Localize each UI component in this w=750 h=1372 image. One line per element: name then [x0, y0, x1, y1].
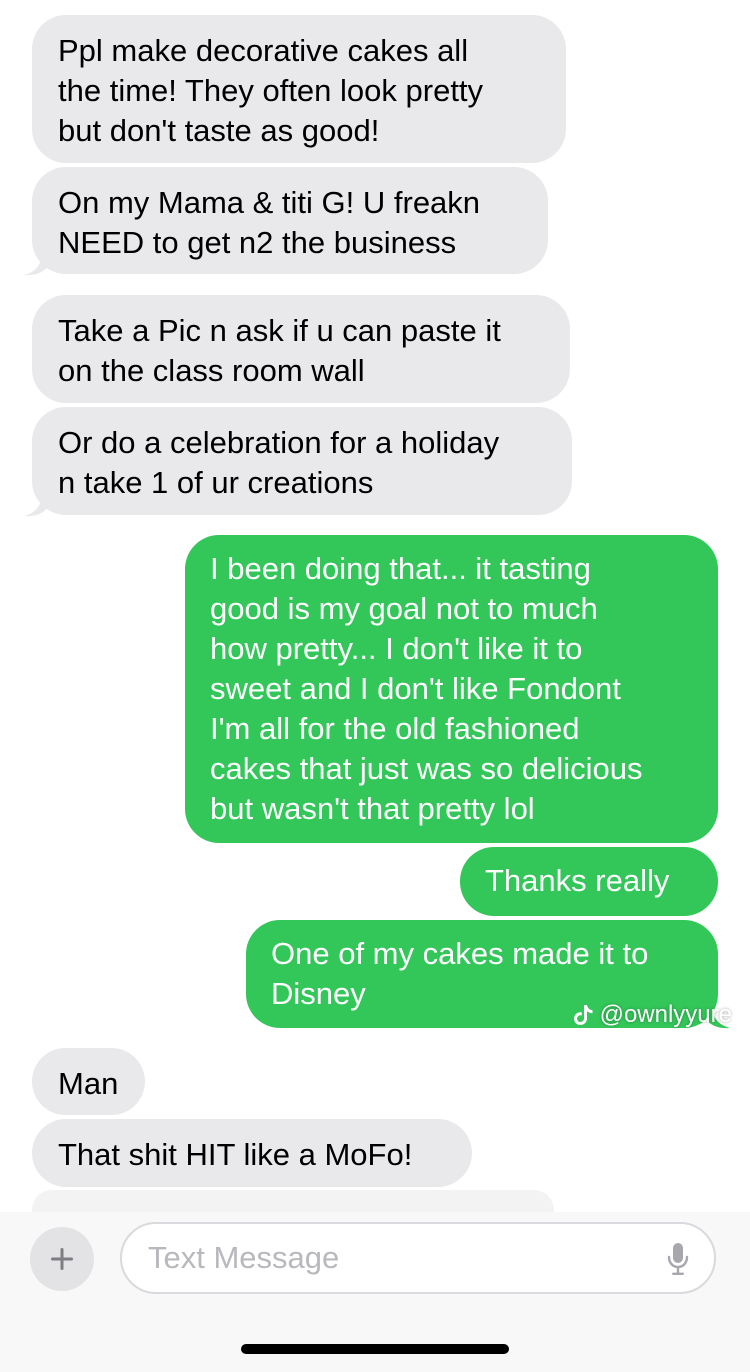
message-bubble-incoming[interactable]: Take a Pic n ask if u can paste it on th… [32, 295, 570, 403]
message-bubble-incoming[interactable]: That shit HIT like a MoFo! [32, 1119, 472, 1187]
message-bubble-outgoing[interactable]: Thanks really [460, 847, 718, 916]
message-bubble-incoming[interactable]: Man [32, 1048, 145, 1115]
message-input-placeholder: Text Message [148, 1240, 340, 1275]
bubble-tail [24, 252, 48, 276]
watermark-handle: @ownlyyure [599, 1001, 732, 1028]
message-bubble-incoming[interactable]: Ppl make decorative cakes all the time! … [32, 15, 566, 163]
microphone-icon[interactable] [666, 1242, 690, 1276]
message-input[interactable]: Text Message [120, 1222, 716, 1294]
home-indicator [241, 1344, 509, 1354]
bubble-tail [24, 493, 48, 517]
add-attachment-button[interactable] [30, 1227, 94, 1291]
message-bubble-incoming[interactable]: Or do a celebration for a holiday n take… [32, 407, 572, 515]
message-bubble-incoming[interactable]: On my Mama & titi G! U freakn NEED to ge… [32, 167, 548, 274]
tiktok-watermark: @ownlyyure [572, 1000, 732, 1030]
message-bubble-outgoing[interactable]: I been doing that... it tasting good is … [185, 535, 718, 843]
tiktok-icon [573, 1005, 593, 1025]
plus-icon [51, 1248, 73, 1270]
